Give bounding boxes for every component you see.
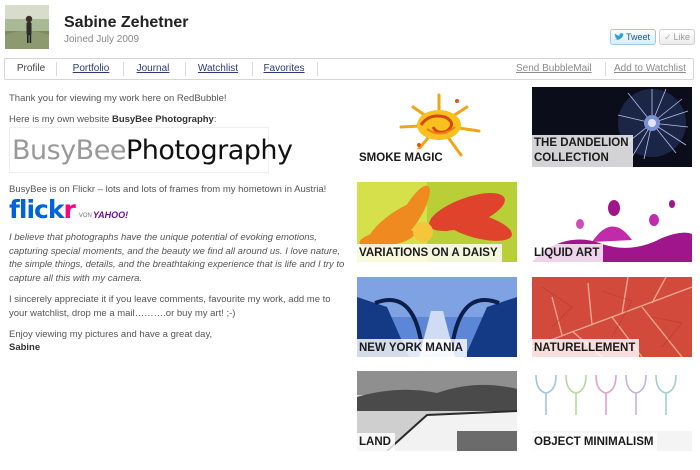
like-label: Like bbox=[673, 32, 691, 42]
signature: Sabine bbox=[9, 342, 41, 353]
tweet-button[interactable]: Tweet bbox=[610, 29, 657, 45]
gallery-item-land[interactable]: LAND bbox=[357, 371, 517, 451]
website-text-suffix: : bbox=[213, 114, 217, 125]
gallery-title-line-2: COLLECTION bbox=[534, 152, 609, 164]
gallery-title: NEW YORK MANIA bbox=[357, 339, 467, 357]
add-to-watchlist-link[interactable]: Add to Watchlist bbox=[614, 59, 686, 79]
tab-profile[interactable]: Profile bbox=[11, 59, 51, 79]
twitter-bird-icon bbox=[614, 33, 624, 40]
tab-divider bbox=[252, 62, 253, 76]
send-bubblemail-link[interactable]: Send BubbleMail bbox=[516, 59, 592, 79]
flickr-logo[interactable]: flickr VON YAHOO! bbox=[9, 196, 141, 222]
tab-divider bbox=[185, 62, 186, 76]
tab-divider bbox=[56, 62, 57, 76]
tweet-label: Tweet bbox=[626, 32, 651, 42]
appreciation-text: I sincerely appreciate it if you leave c… bbox=[9, 294, 331, 319]
tab-divider bbox=[123, 62, 124, 76]
busybee-photography-logo[interactable]: BusyBee Photography bbox=[9, 127, 293, 173]
gallery-title: VARIATIONS ON A DAISY bbox=[357, 244, 502, 262]
like-button[interactable]: ✓ Like bbox=[659, 29, 696, 45]
gallery-title: LIQUID ART bbox=[532, 244, 604, 262]
gallery-title: THE DANDELION COLLECTION bbox=[532, 135, 633, 167]
philosophy-text: I believe that photographs have the uniq… bbox=[9, 232, 345, 284]
tab-watchlist[interactable]: Watchlist bbox=[195, 59, 241, 79]
website-text: Here is my own website BusyBee Photograp… bbox=[9, 113, 345, 127]
gallery-item-variations-on-a-daisy[interactable]: VARIATIONS ON A DAISY bbox=[357, 182, 517, 262]
gallery-title-line-1: THE DANDELION bbox=[534, 137, 629, 149]
flickr-von-text: VON bbox=[78, 213, 92, 219]
tab-favorites[interactable]: Favorites bbox=[261, 59, 307, 79]
gallery-title: OBJECT MINIMALISM bbox=[532, 433, 658, 451]
tab-divider bbox=[317, 62, 318, 76]
gallery-item-liquid-art[interactable]: LIQUID ART bbox=[532, 182, 692, 262]
tab-journal[interactable]: Journal bbox=[133, 59, 173, 79]
gallery-item-smoke-magic[interactable]: SMOKE MAGIC bbox=[357, 87, 517, 167]
website-text-prefix: Here is my own website bbox=[9, 114, 112, 125]
joined-date: Joined July 2009 bbox=[64, 34, 140, 45]
flickr-blue-letters: flick bbox=[9, 195, 64, 224]
avatar[interactable] bbox=[5, 5, 49, 49]
gallery-title: SMOKE MAGIC bbox=[357, 149, 447, 167]
flickr-wordmark: flickr bbox=[9, 195, 76, 224]
yahoo-wordmark: YAHOO! bbox=[92, 210, 129, 220]
gallery-item-dandelion-collection[interactable]: THE DANDELION COLLECTION bbox=[532, 87, 692, 167]
gallery-title: NATURELLEMENT bbox=[532, 339, 640, 357]
user-name: Sabine Zehetner bbox=[64, 14, 189, 31]
closing-text: Enjoy viewing my pictures and have a gre… bbox=[9, 329, 213, 340]
link-divider bbox=[605, 62, 606, 76]
logo-busybee-text: BusyBee bbox=[12, 134, 126, 166]
thumbs-up-icon: ✓ bbox=[664, 31, 672, 42]
website-link[interactable]: BusyBee Photography bbox=[112, 114, 214, 125]
gallery-title: LAND bbox=[357, 433, 395, 451]
intro-text: Thank you for viewing my work here on Re… bbox=[9, 93, 227, 104]
profile-nav: Profile Portfolio Journal Watchlist Favo… bbox=[4, 58, 694, 80]
gallery-item-new-york-mania[interactable]: NEW YORK MANIA bbox=[357, 277, 517, 357]
logo-photography-text: Photography bbox=[125, 134, 293, 166]
avatar-photo bbox=[5, 5, 49, 49]
flickr-pink-letter: r bbox=[63, 195, 75, 224]
gallery-item-naturellement[interactable]: NATURELLEMENT bbox=[532, 277, 692, 357]
tab-portfolio[interactable]: Portfolio bbox=[69, 59, 113, 79]
gallery-item-object-minimalism[interactable]: OBJECT MINIMALISM bbox=[532, 371, 692, 451]
